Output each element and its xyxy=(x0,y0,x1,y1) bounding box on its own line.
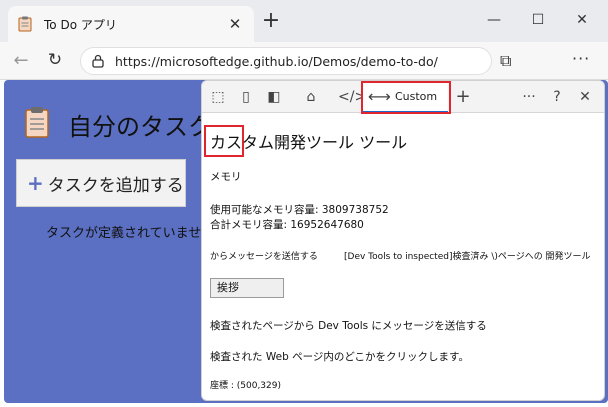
browser-tab-strip: To Do アプリ ✕ + — ☐ ✕ xyxy=(0,0,608,42)
address-bar[interactable]: https://microsoftedge.github.io/Demos/de… xyxy=(80,47,492,75)
extensions-puzzle-icon[interactable]: ⧉ xyxy=(500,51,511,71)
devtools-toolbar: ⬚ ▯ ◧ ⌂ </> ⟷ Custom + ··· ? ✕ xyxy=(202,81,604,114)
url-text: https://microsoftedge.github.io/Demos/de… xyxy=(115,53,438,69)
new-tab-button[interactable]: + xyxy=(258,9,284,35)
device-emulation-icon[interactable]: ▯ xyxy=(237,88,255,106)
memory-heading: メモリ xyxy=(210,171,242,183)
dock-panel-icon[interactable]: ◧ xyxy=(265,88,283,106)
more-tools-plus-icon[interactable]: + xyxy=(454,88,472,106)
close-window-icon[interactable]: ✕ xyxy=(572,12,592,28)
devtools-panel: ⬚ ▯ ◧ ⌂ </> ⟷ Custom + ··· ? ✕ カスタム開発ツール… xyxy=(201,80,605,401)
available-memory: 使用可能なメモリ容量: 3809738752 xyxy=(210,204,389,216)
help-icon[interactable]: ? xyxy=(548,88,566,106)
clipboard-icon xyxy=(18,16,32,32)
browser-toolbar: ← ↻ https://microsoftedge.github.io/Demo… xyxy=(0,42,608,80)
add-task-label: タスクを追加する xyxy=(47,175,184,196)
close-devtools-icon[interactable]: ✕ xyxy=(576,88,594,106)
panel-title: カスタム開発ツール ツール xyxy=(210,133,408,152)
greet-button[interactable]: 挨拶 xyxy=(210,278,284,298)
total-memory: 合計メモリ容量: 16952647680 xyxy=(210,219,364,231)
custom-panel-body: カスタム開発ツール ツール メモリ 使用可能なメモリ容量: 3809738752… xyxy=(202,113,604,400)
coordinates-readout: 座標 : (500,329) xyxy=(210,381,281,391)
add-task-button[interactable]: + タスクを追加する xyxy=(16,159,186,207)
close-tab-icon[interactable]: ✕ xyxy=(226,15,244,33)
inspect-element-icon[interactable]: ⬚ xyxy=(209,88,227,106)
send-from-label: からメッセージを送信する xyxy=(210,252,318,262)
elements-code-icon[interactable]: </> xyxy=(338,88,366,106)
clipboard-icon xyxy=(25,107,49,138)
send-page-to-devtools-text: 検査されたページから Dev Tools にメッセージを送信する xyxy=(210,320,487,332)
back-arrow-icon[interactable]: ← xyxy=(10,50,32,71)
more-menu-icon[interactable]: ··· xyxy=(572,49,590,68)
browser-tab[interactable]: To Do アプリ ✕ xyxy=(8,6,254,42)
minimize-icon[interactable]: — xyxy=(484,12,504,28)
reload-icon[interactable]: ↻ xyxy=(44,50,66,70)
plus-icon: + xyxy=(27,171,44,195)
maximize-icon[interactable]: ☐ xyxy=(528,12,548,28)
welcome-home-icon[interactable]: ⌂ xyxy=(302,88,320,106)
app-title: 自分のタスク xyxy=(68,113,212,141)
send-to-label: [Dev Tools to inspected]検査済み \)ページへの 開発ツ… xyxy=(344,252,591,262)
click-instruction: 検査された Web ページ内のどこかをクリックします。 xyxy=(210,351,469,363)
lock-icon xyxy=(92,54,104,68)
empty-task-message: タスクが定義されていません xyxy=(46,226,215,241)
devtools-more-icon[interactable]: ··· xyxy=(520,88,538,106)
custom-tab-highlight xyxy=(361,81,451,114)
tab-title: To Do アプリ xyxy=(44,17,117,32)
